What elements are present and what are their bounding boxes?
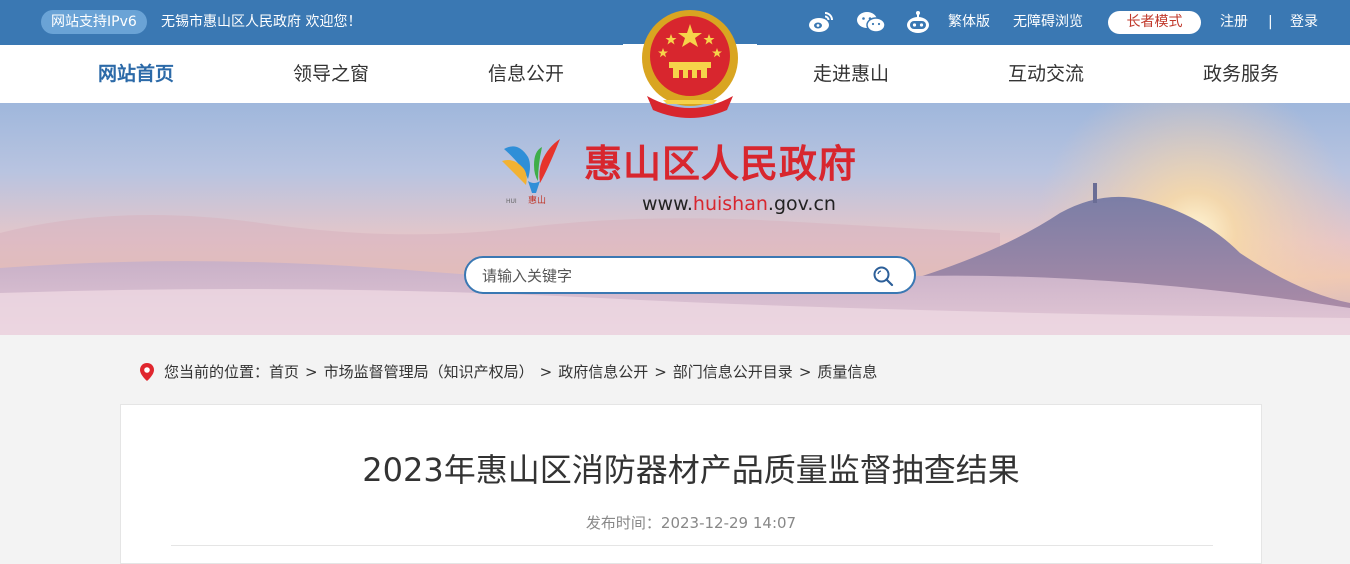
location-pin-icon <box>140 363 154 381</box>
register-link[interactable]: 注册 <box>1220 11 1248 33</box>
traditional-chinese-link[interactable]: 繁体版 <box>948 11 990 33</box>
nav-item-leaders[interactable]: 领导之窗 <box>293 45 369 103</box>
site-url-suffix: .gov.cn <box>767 193 836 215</box>
accessibility-link[interactable]: 无障碍浏览 <box>1013 11 1083 33</box>
weibo-icon[interactable] <box>808 10 834 34</box>
national-emblem-icon <box>623 10 757 118</box>
breadcrumb-separator: > <box>539 363 553 381</box>
article-card: 2023年惠山区消防器材产品质量监督抽查结果 发布时间：2023-12-29 1… <box>120 404 1262 564</box>
site-url-highlight: huishan <box>692 193 768 215</box>
topbar-separator: | <box>1268 14 1273 30</box>
search-input[interactable] <box>482 265 862 287</box>
search-box <box>464 256 916 294</box>
login-link[interactable]: 登录 <box>1290 11 1318 33</box>
publish-label: 发布时间： <box>585 514 661 532</box>
breadcrumb-separator: > <box>798 363 812 381</box>
nav-item-home[interactable]: 网站首页 <box>98 45 174 103</box>
breadcrumb-separator: > <box>305 363 318 381</box>
robot-icon[interactable] <box>905 10 931 34</box>
welcome-text: 无锡市惠山区人民政府 欢迎您！ <box>161 14 362 30</box>
huishan-logo-icon: HUI 惠山 <box>502 139 560 206</box>
publish-time: 2023-12-29 14:07 <box>660 514 797 532</box>
site-url: www.huishan.gov.cn <box>642 192 836 216</box>
breadcrumb-separator: > <box>654 363 667 381</box>
wechat-icon[interactable] <box>856 10 886 34</box>
publish-info: 发布时间：2023-12-29 14:07 <box>121 513 1261 533</box>
nav-item-about-huishan[interactable]: 走进惠山 <box>813 45 889 103</box>
breadcrumb-item-quality-info[interactable]: 质量信息 <box>817 361 877 383</box>
svg-text:惠山: 惠山 <box>528 194 546 206</box>
breadcrumb: 您当前的位置： 首页 > 市场监督管理局（知识产权局） > 政府信息公开 > 部… <box>140 361 877 383</box>
breadcrumb-item-home[interactable]: 首页 <box>269 361 299 383</box>
elder-mode-button[interactable]: 长者模式 <box>1108 11 1201 34</box>
landscape-illustration <box>0 103 1350 335</box>
header-banner: HUI 惠山 惠山区人民政府 www.huishan.gov.cn <box>0 103 1350 335</box>
nav-item-info-disclosure[interactable]: 信息公开 <box>488 45 564 103</box>
nav-item-services[interactable]: 政务服务 <box>1203 45 1279 103</box>
breadcrumb-item-dept-catalog[interactable]: 部门信息公开目录 <box>673 361 793 383</box>
site-title: 惠山区人民政府 <box>584 142 858 186</box>
svg-text:HUI: HUI <box>506 198 517 205</box>
search-icon[interactable] <box>872 265 894 287</box>
breadcrumb-label: 您当前的位置： <box>164 363 270 381</box>
article-title: 2023年惠山区消防器材产品质量监督抽查结果 <box>362 451 1020 489</box>
breadcrumb-item-gov-info[interactable]: 政府信息公开 <box>558 361 648 383</box>
breadcrumb-item-market-bureau[interactable]: 市场监督管理局（知识产权局） <box>324 361 534 383</box>
divider <box>171 545 1213 546</box>
site-url-prefix: www. <box>642 193 693 215</box>
nav-item-interaction[interactable]: 互动交流 <box>1008 45 1084 103</box>
ipv6-badge: 网站支持IPv6 <box>41 10 147 34</box>
